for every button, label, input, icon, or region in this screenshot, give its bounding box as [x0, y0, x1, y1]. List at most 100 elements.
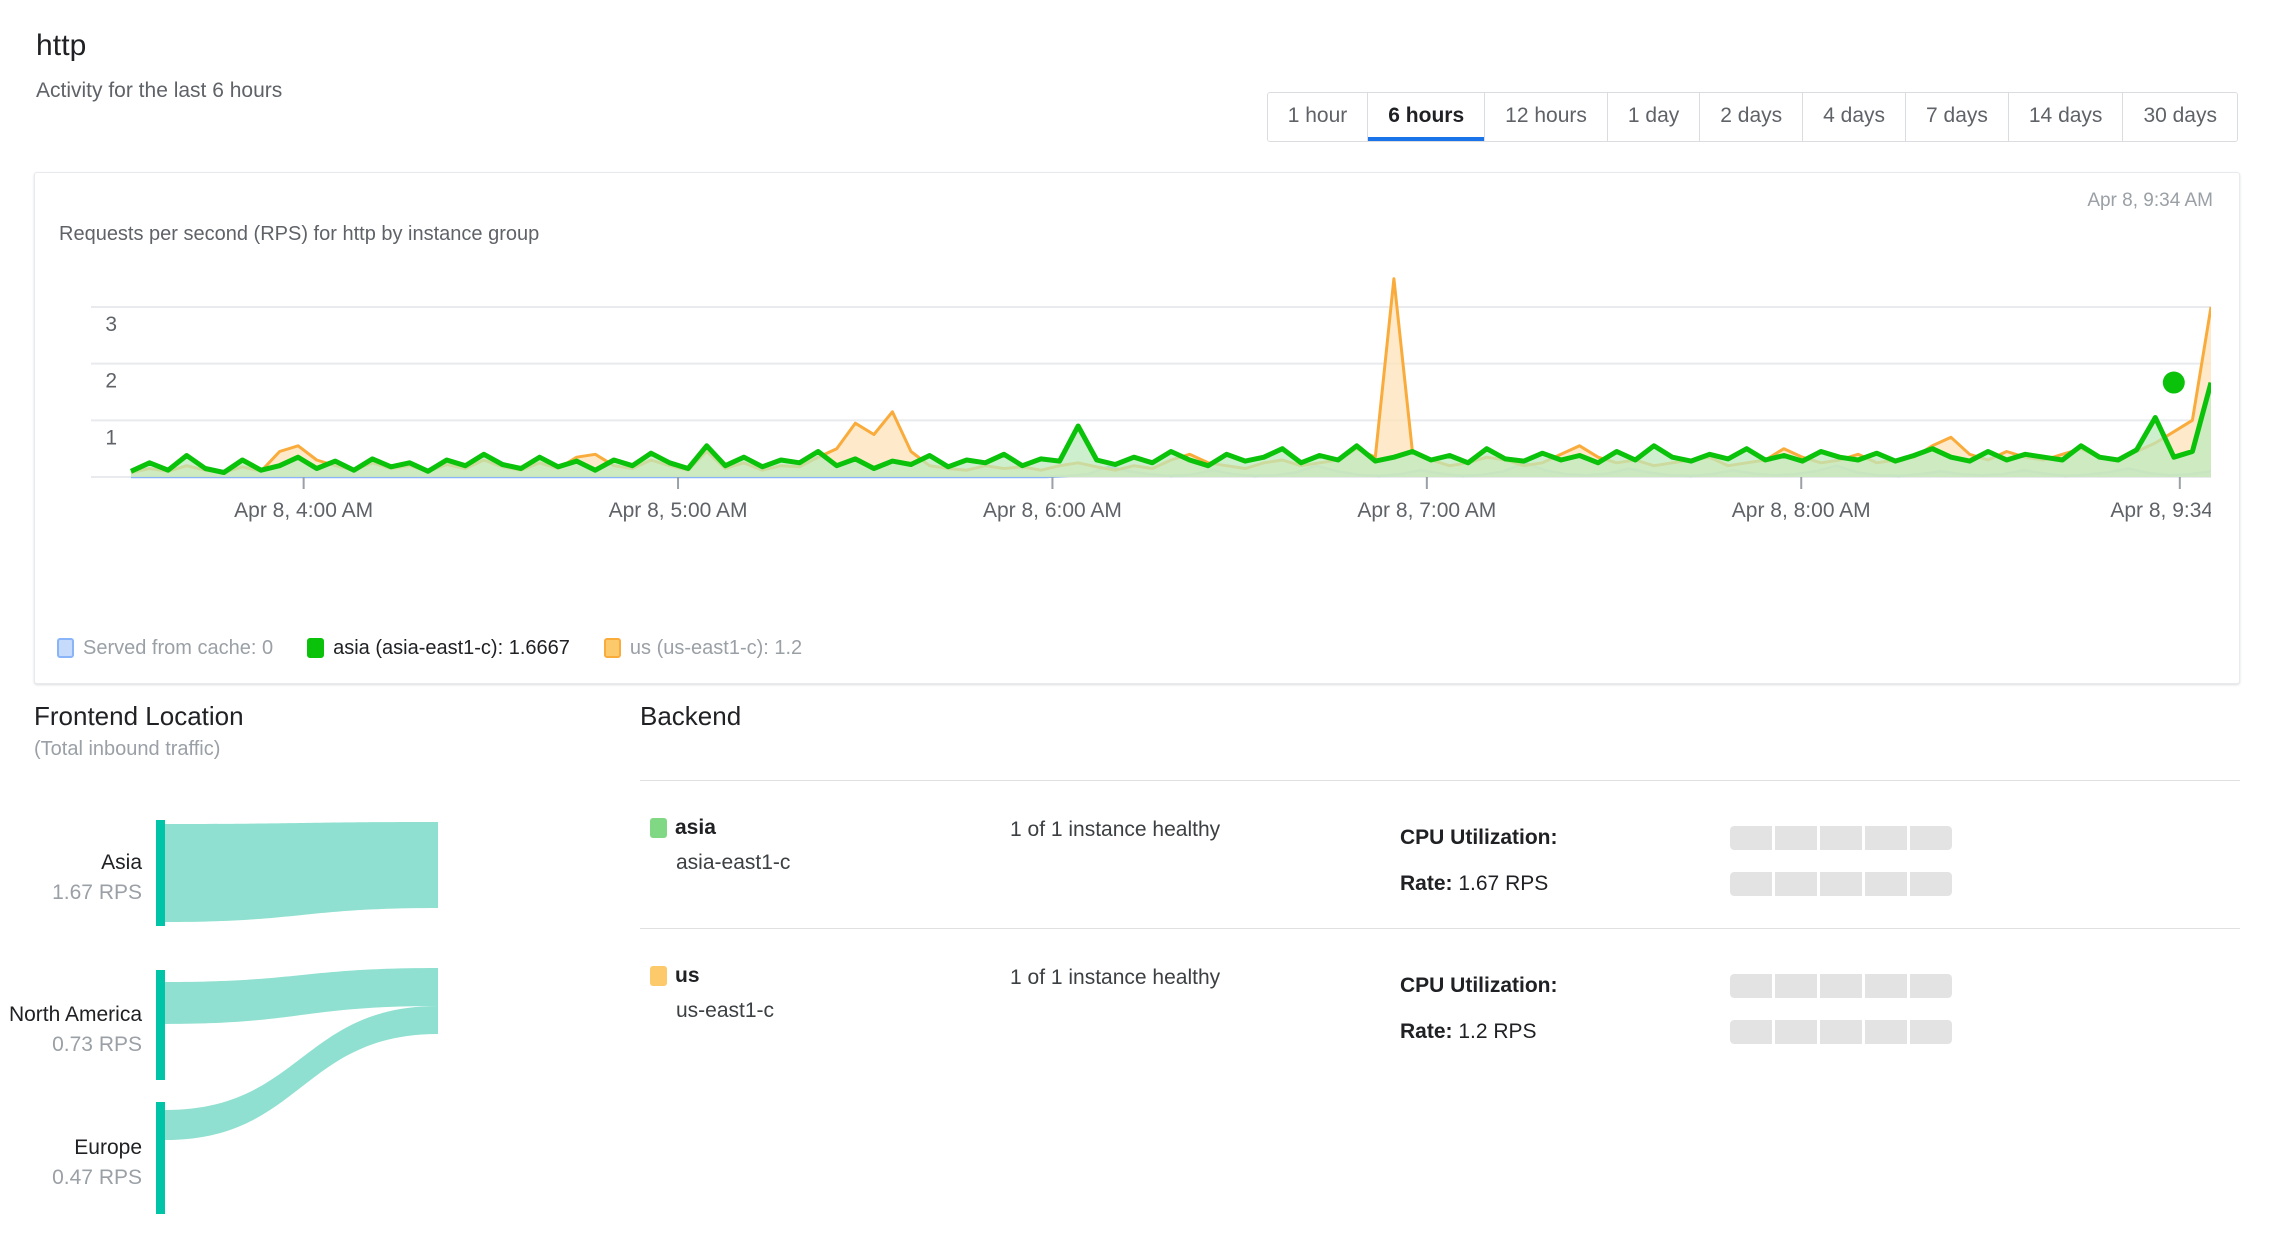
time-range-option-4-days[interactable]: 4 days [1803, 93, 1906, 141]
legend-item-2[interactable]: us (us-east1-c): 1.2 [603, 635, 803, 661]
rate-metric-row: Rate: 1.67 RPS [1400, 861, 2220, 907]
rate-metric-row: Rate: 1.2 RPS [1400, 1009, 2220, 1055]
time-range-option-12-hours[interactable]: 12 hours [1485, 93, 1608, 141]
time-range-option-30-days[interactable]: 30 days [2123, 93, 2237, 141]
gauge-segment [1865, 974, 1907, 998]
sankey-node-label: Asia [101, 851, 142, 874]
chart-svg: 1 2 3 Apr 8, 4:00 AM Apr 8, 5:00 AM Apr 8, 6:… [91, 277, 2211, 522]
sankey-svg: Asia 1.67 RPS North America 0.73 RPS Europe 0… [9, 820, 438, 1214]
time-range-selector[interactable]: 1 hour 6 hours 12 hours 1 day 2 days 4 days 7 … [1266, 92, 2238, 142]
backend-color-icon [650, 818, 667, 838]
gauge-segment [1865, 872, 1907, 896]
backend-name: asia [675, 816, 716, 839]
frontend-title: Frontend Location [34, 701, 244, 731]
rate-label-text: Rate: [1400, 1020, 1453, 1043]
frontend-location-column: Frontend Location (Total inbound traffic… [34, 700, 634, 762]
gauge-segment [1865, 826, 1907, 850]
cpu-label-text: CPU Utilization: [1400, 974, 1558, 997]
rate-gauge [1730, 1020, 1952, 1044]
sankey-node-1[interactable] [156, 970, 165, 1080]
gauge-segment [1910, 1020, 1952, 1044]
cpu-metric-row: CPU Utilization: [1400, 963, 2220, 1009]
time-range-option-7-days[interactable]: 7 days [1906, 93, 2009, 141]
chart-timestamp: Apr 8, 9:34 AM [2087, 190, 2213, 211]
sankey-node-0[interactable] [156, 820, 165, 926]
page-title: http [36, 29, 87, 62]
gauge-segment [1775, 826, 1817, 850]
frontend-subtitle: (Total inbound traffic) [34, 738, 221, 760]
gauge-segment [1730, 872, 1772, 896]
series-area-2 [131, 278, 2211, 477]
gauge-segment [1775, 974, 1817, 998]
legend-swatch-icon [603, 638, 621, 658]
cpu-gauge [1730, 826, 1952, 850]
time-range-option-6-hours[interactable]: 6 hours [1368, 93, 1486, 141]
gauge-segment [1730, 974, 1772, 998]
sankey-link-0[interactable] [165, 822, 438, 922]
x-axis-tick-label: Apr 8, 7:00 AM [1357, 499, 1496, 522]
cpu-gauge [1730, 974, 1952, 998]
backend-health-status: 1 of 1 instance healthy [1010, 966, 1221, 989]
gauge-segment [1910, 872, 1952, 896]
backend-name-row: asia [650, 815, 790, 841]
sankey-node-value: 1.67 RPS [52, 881, 142, 904]
backend-health-status: 1 of 1 instance healthy [1010, 818, 1221, 841]
backend-title: Backend [640, 701, 742, 731]
rate-value: 1.2 RPS [1458, 1020, 1537, 1043]
backend-list: asia asia-east1-c 1 of 1 instance healthy C… [640, 780, 2240, 1076]
time-range-option-1-day[interactable]: 1 day [1607, 93, 1701, 141]
gauge-segment [1910, 826, 1952, 850]
legend-swatch-icon [307, 638, 325, 658]
sankey-link-2[interactable] [165, 1006, 438, 1140]
chart-legend[interactable]: Served from cache: 0 asia (asia-east1-c):… [57, 635, 836, 661]
time-range-option-1-hour[interactable]: 1 hour [1267, 93, 1369, 141]
page-header: http Activity for the last 6 hours 1 hou… [0, 0, 2274, 142]
traffic-flow-section: Frontend Location (Total inbound traffic… [0, 700, 2274, 1238]
gauge-segment [1775, 1020, 1817, 1044]
sankey-node-2[interactable] [156, 1102, 165, 1214]
sankey-node-label: Europe [74, 1136, 142, 1159]
legend-label: Served from cache: 0 [83, 637, 274, 659]
legend-label: us (us-east1-c): 1.2 [629, 637, 803, 659]
x-axis-tick-label: Apr 8, 6:00 AM [983, 499, 1122, 522]
backend-row[interactable]: us us-east1-c 1 of 1 instance healthy CPU U… [640, 928, 2240, 1076]
gauge-segment [1730, 1020, 1772, 1044]
cpu-label: CPU Utilization: [1400, 825, 1730, 851]
sankey-node-label: North America [9, 1003, 142, 1026]
chart-highlight-point[interactable] [2162, 371, 2185, 394]
gauge-segment [1820, 872, 1862, 896]
legend-label: asia (asia-east1-c): 1.6667 [333, 637, 570, 659]
time-range-option-2-days[interactable]: 2 days [1700, 93, 1804, 141]
gauge-segment [1910, 974, 1952, 998]
x-axis-tick-label: Apr 8, 5:00 AM [609, 499, 748, 522]
time-range-option-14-days[interactable]: 14 days [2008, 93, 2124, 141]
x-axis-tick-label: Apr 8, 4:00 AM [234, 499, 373, 522]
backend-color-icon [650, 966, 667, 986]
activity-chart-card: Apr 8, 9:34 AM Requests per second (RPS)… [34, 172, 2240, 684]
rate-gauge [1730, 872, 1952, 896]
backend-column: Backend [640, 700, 2240, 732]
backend-name-cell: asia asia-east1-c [650, 815, 790, 876]
chart-heading: Requests per second (RPS) for http by in… [59, 223, 540, 245]
backend-zone: us-east1-c [676, 999, 775, 1022]
x-axis-tick-label: Apr 8, 9:34 AM [2110, 499, 2211, 522]
backend-name: us [675, 964, 700, 987]
backend-zone: asia-east1-c [676, 851, 791, 874]
backend-name-row: us [650, 963, 774, 989]
backend-metrics: CPU Utilization: Rate: 1.2 RPS [1400, 963, 2220, 1055]
legend-swatch-icon [57, 638, 74, 658]
rate-value: 1.67 RPS [1458, 872, 1549, 895]
x-axis-tick-label: Apr 8, 8:00 AM [1732, 499, 1871, 522]
backend-row[interactable]: asia asia-east1-c 1 of 1 instance healthy C… [640, 780, 2240, 928]
rps-time-series-plot[interactable]: 1 2 3 Apr 8, 4:00 AM Apr 8, 5:00 AM Apr 8, 6:… [59, 265, 2211, 565]
backend-name-cell: us us-east1-c [650, 963, 774, 1024]
cpu-label-text: CPU Utilization: [1400, 826, 1558, 849]
y-axis-tick-label: 2 [105, 370, 117, 393]
y-axis-tick-label: 3 [105, 313, 117, 336]
rate-label: Rate: 1.67 RPS [1400, 871, 1730, 897]
gauge-segment [1820, 1020, 1862, 1044]
legend-item-1[interactable]: asia (asia-east1-c): 1.6667 [307, 635, 570, 661]
monitoring-page: http Activity for the last 6 hours 1 hou… [0, 0, 2274, 1238]
gauge-segment [1730, 826, 1772, 850]
legend-item-0[interactable]: Served from cache: 0 [57, 635, 273, 661]
